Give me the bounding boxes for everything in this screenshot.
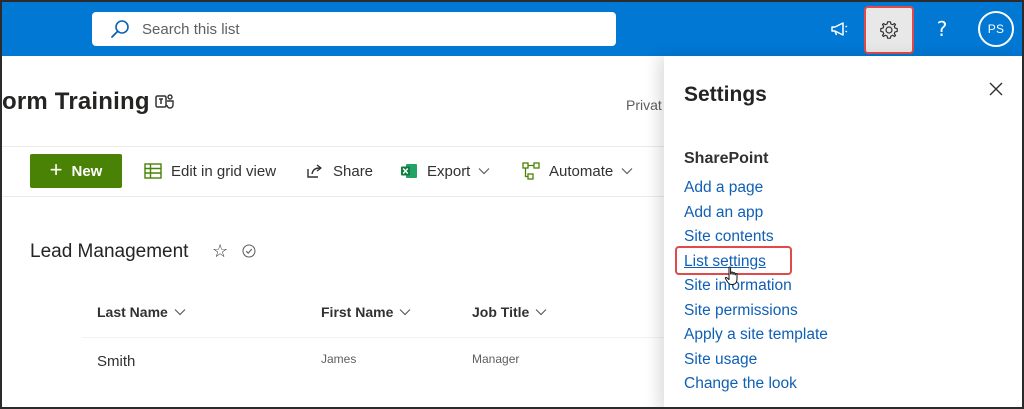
header-row-divider xyxy=(82,337,664,338)
automate-button[interactable]: Automate xyxy=(522,158,633,184)
search-box[interactable]: Search this list xyxy=(92,12,616,46)
column-header-label: First Name xyxy=(321,304,394,320)
link-add-an-app[interactable]: Add an app xyxy=(684,204,763,222)
automate-flow-icon xyxy=(522,162,540,180)
close-icon[interactable] xyxy=(989,82,1003,96)
favorite-star-icon[interactable]: ☆ xyxy=(212,241,228,262)
column-header-job-title[interactable]: Job Title xyxy=(472,304,547,320)
link-site-contents[interactable]: Site contents xyxy=(684,228,774,246)
help-button[interactable]: ? xyxy=(927,2,957,56)
site-title[interactable]: orm Training xyxy=(2,88,150,116)
search-icon xyxy=(110,19,130,39)
link-apply-site-template[interactable]: Apply a site template xyxy=(684,326,828,344)
edit-grid-view-button[interactable]: Edit in grid view xyxy=(144,158,276,184)
new-button-label: New xyxy=(71,162,103,180)
export-button[interactable]: Export xyxy=(400,158,490,184)
top-suite-bar: Search this list ? PS xyxy=(2,2,1022,56)
column-header-first-name[interactable]: First Name xyxy=(321,304,411,320)
link-change-the-look[interactable]: Change the look xyxy=(684,375,797,393)
megaphone-icon[interactable] xyxy=(820,2,860,56)
settings-gear-button[interactable] xyxy=(864,6,914,54)
column-header-last-name[interactable]: Last Name xyxy=(97,304,186,320)
avatar[interactable]: PS xyxy=(978,11,1014,47)
cell-first-name[interactable]: James xyxy=(321,352,356,366)
sharepoint-section-heading: SharePoint xyxy=(684,150,769,167)
settings-panel-title: Settings xyxy=(684,83,767,106)
export-label: Export xyxy=(427,162,471,180)
chevron-down-icon xyxy=(535,309,547,316)
chevron-down-icon xyxy=(621,168,633,175)
column-header-label: Last Name xyxy=(97,304,168,320)
list-title: Lead Management xyxy=(30,241,189,262)
link-site-permissions[interactable]: Site permissions xyxy=(684,302,798,320)
column-header-label: Job Title xyxy=(472,304,530,320)
grid-icon xyxy=(144,163,162,179)
check-circle-icon[interactable] xyxy=(242,244,256,263)
chevron-down-icon xyxy=(478,168,490,175)
share-icon xyxy=(307,164,322,178)
share-label: Share xyxy=(333,162,374,180)
app-window: Search this list ? PS orm Training Priva… xyxy=(0,0,1024,409)
edit-grid-view-label: Edit in grid view xyxy=(171,162,277,180)
plus-icon: + xyxy=(49,157,63,182)
hand-pointer-cursor-icon xyxy=(724,266,738,285)
cell-last-name[interactable]: Smith xyxy=(97,353,135,370)
chevron-down-icon xyxy=(174,309,186,316)
link-site-usage[interactable]: Site usage xyxy=(684,351,757,369)
new-button[interactable]: + New xyxy=(30,154,122,188)
automate-label: Automate xyxy=(549,162,614,180)
gear-icon xyxy=(880,21,898,39)
excel-icon xyxy=(401,164,417,178)
chevron-down-icon xyxy=(399,309,411,316)
settings-panel: Settings SharePoint Add a page Add an ap… xyxy=(664,56,1022,407)
link-add-a-page[interactable]: Add a page xyxy=(684,179,763,197)
cell-job-title[interactable]: Manager xyxy=(472,352,519,366)
search-input[interactable]: Search this list xyxy=(142,21,240,38)
teams-icon[interactable] xyxy=(155,93,175,116)
share-button[interactable]: Share xyxy=(306,158,373,184)
privacy-label: Privat xyxy=(626,97,662,113)
